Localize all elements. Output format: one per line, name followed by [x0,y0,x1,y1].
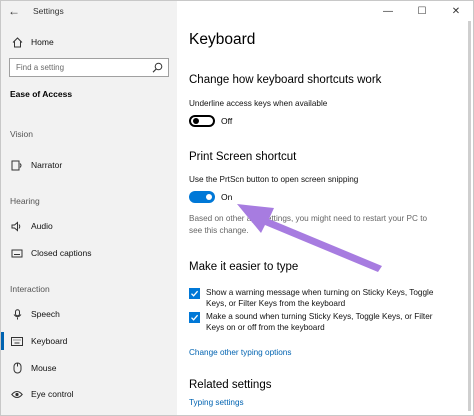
warning-checkbox-row[interactable]: Show a warning message when turning on S… [189,287,449,309]
group-label-interaction: Interaction [10,284,50,294]
section-title: Ease of Access [10,89,73,99]
main-content: Keyboard Change how keyboard shortcuts w… [177,21,473,415]
underline-toggle[interactable] [189,115,215,127]
microphone-icon [10,308,24,320]
toggle-knob [206,194,212,200]
sidebar-item-mouse[interactable]: Mouse [1,357,177,379]
speaker-icon [10,220,24,232]
narrator-icon [10,160,24,171]
sidebar-item-label: Narrator [31,160,63,170]
sidebar-item-home[interactable]: Home [1,31,177,53]
window-controls: — ☐ ✕ [371,1,473,21]
maximize-icon: ☐ [417,5,427,17]
sidebar-item-closed-captions[interactable]: Closed captions [1,242,177,264]
print-screen-heading: Print Screen shortcut [189,151,297,163]
checkbox-label: Make a sound when turning Sticky Keys, T… [206,312,433,332]
sidebar-item-label: Keyboard [31,336,68,346]
search-placeholder: Find a setting [16,63,65,72]
underline-toggle-state: Off [221,116,233,126]
restart-note: Based on other app settings, you might n… [189,213,444,237]
sidebar-item-label: Home [31,37,54,47]
checkmark-icon [191,314,199,321]
warning-checkbox[interactable] [189,288,200,299]
sidebar-item-label: Mouse [31,363,57,373]
checkbox-label: Show a warning message when turning on S… [206,288,434,308]
keyboard-icon [10,336,24,346]
mouse-icon [10,362,24,374]
home-icon [10,36,24,48]
sidebar-item-narrator[interactable]: Narrator [1,154,177,176]
group-label-vision: Vision [10,129,33,139]
group-label-hearing: Hearing [10,196,40,206]
back-arrow-icon: ← [8,4,20,18]
restart-note-line: Based on other app settings, you might n… [189,214,428,223]
minimize-button[interactable]: — [371,1,405,21]
settings-window: ← Settings Home Find a setting Ease of A… [0,0,474,416]
back-button[interactable]: ← [1,1,27,21]
sound-checkbox-row[interactable]: Make a sound when turning Sticky Keys, T… [189,311,449,333]
typing-heading: Make it easier to type [189,261,299,273]
prtscn-toggle-state: On [221,192,233,202]
maximize-button[interactable]: ☐ [405,1,439,21]
restart-note-line: see this change. [189,226,249,235]
captions-icon [10,248,24,259]
sound-checkbox[interactable] [189,312,200,323]
scrollbar[interactable] [468,21,471,411]
sidebar-item-audio[interactable]: Audio [1,215,177,237]
titlebar: ← Settings [1,1,177,21]
minimize-icon: — [383,5,393,17]
sidebar: ← Settings Home Find a setting Ease of A… [1,1,177,415]
prtscn-toggle[interactable] [189,191,215,203]
sidebar-item-keyboard[interactable]: Keyboard [1,330,177,352]
close-button[interactable]: ✕ [439,1,473,21]
sidebar-item-label: Eye control [31,389,74,399]
search-input[interactable]: Find a setting [9,58,169,77]
close-icon: ✕ [451,5,461,17]
sidebar-item-eye-control[interactable]: Eye control [1,383,177,405]
toggle-knob [193,118,199,124]
search-icon [152,62,163,73]
eye-icon [10,390,24,399]
underline-label: Underline access keys when available [189,99,328,108]
shortcuts-heading: Change how keyboard shortcuts work [189,74,382,86]
app-title: Settings [33,6,64,16]
sidebar-item-label: Audio [31,221,53,231]
sidebar-item-speech[interactable]: Speech [1,303,177,325]
page-title: Keyboard [189,31,256,48]
prtscn-label: Use the PrtScn button to open screen sni… [189,175,359,184]
checkmark-icon [191,290,199,297]
typing-settings-link[interactable]: Typing settings [189,398,244,407]
sidebar-item-label: Closed captions [31,248,92,258]
related-heading: Related settings [189,379,272,391]
typing-options-link[interactable]: Change other typing options [189,348,291,357]
sidebar-item-label: Speech [31,309,60,319]
